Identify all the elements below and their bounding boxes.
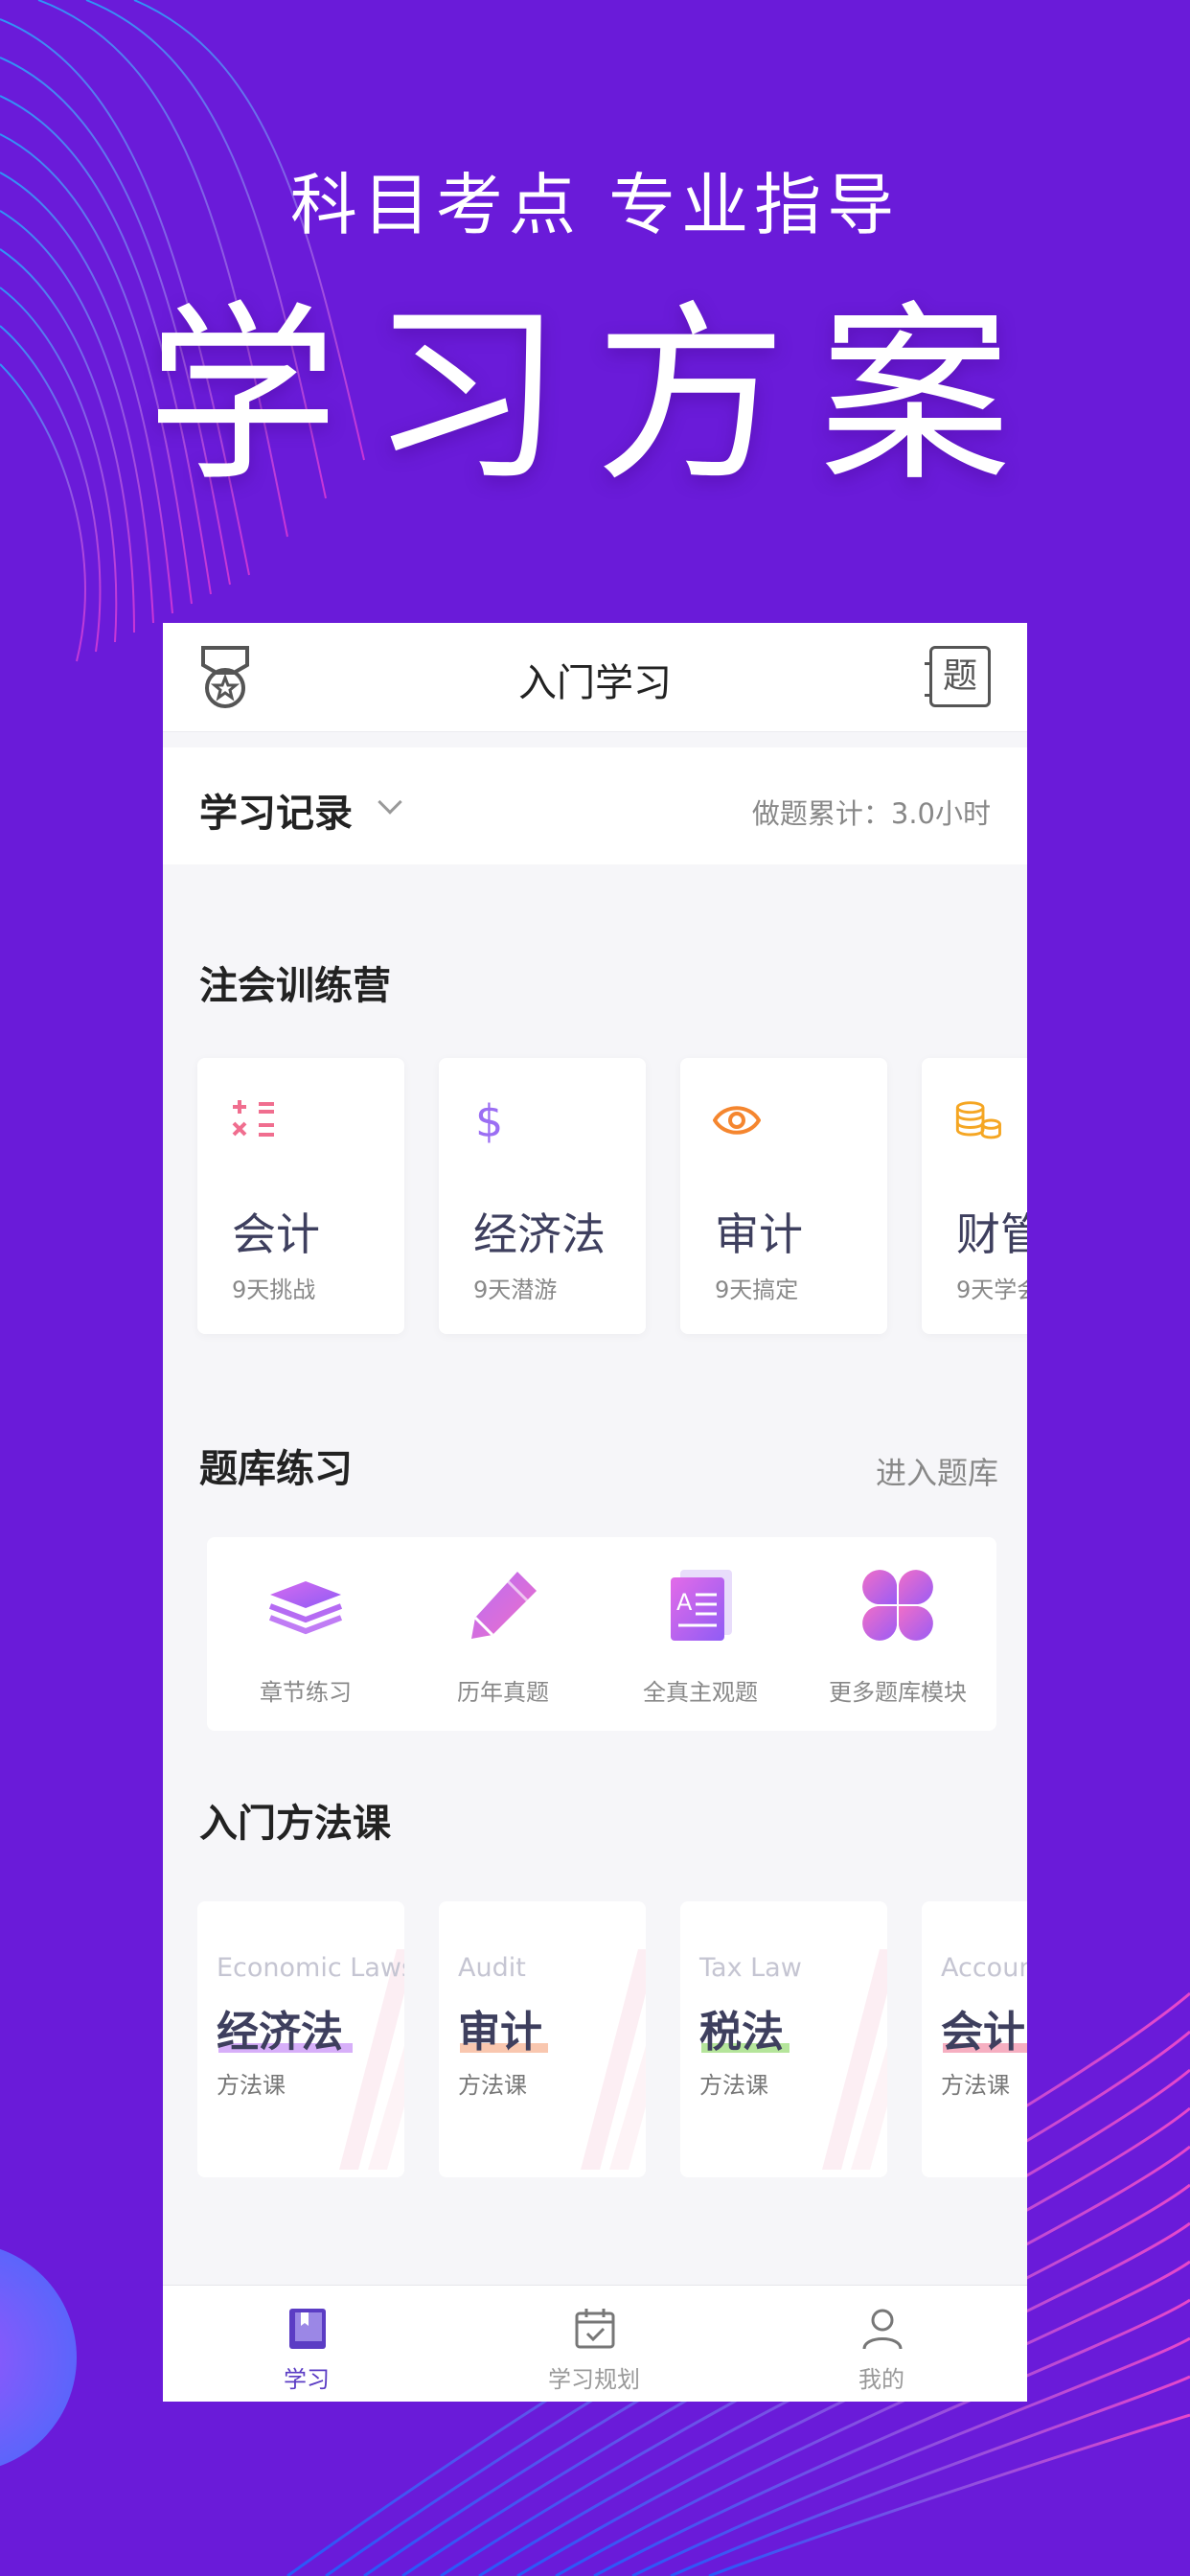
section-title-bank: 题库练习	[199, 1447, 353, 1491]
course-subtitle: 方法课	[699, 2072, 768, 2099]
course-card-tax-law[interactable]: Tax Law 税法 方法课	[680, 1901, 887, 2177]
question-bank-icon[interactable]: 题	[925, 646, 991, 707]
camp-card-economic-law[interactable]: $ 经济法 9天潜游	[439, 1058, 646, 1334]
decorative-stripe	[581, 1949, 646, 2170]
camp-card-name: 审计	[715, 1208, 803, 1260]
bank-item-more[interactable]: 更多题库模块	[799, 1566, 996, 1719]
grid-flower-icon	[862, 1570, 933, 1641]
bank-item-chapter[interactable]: 章节练习	[207, 1566, 404, 1719]
svg-text:$: $	[475, 1096, 503, 1144]
camp-card-desc: 9天挑战	[232, 1276, 316, 1303]
study-record-bar[interactable]: 学习记录 做题累计：3.0小时	[163, 748, 1027, 864]
svg-text:A: A	[676, 1589, 693, 1616]
document-icon: A	[671, 1570, 732, 1641]
bank-item-label: 全真主观题	[643, 1679, 758, 1706]
camp-card-finance[interactable]: 财管 9天学会	[922, 1058, 1027, 1334]
page-title: 入门学习	[518, 661, 672, 705]
course-card-economic-law[interactable]: Economic Laws 经济法 方法课	[197, 1901, 404, 2177]
tab-label: 学习规划	[548, 2366, 640, 2393]
bank-item-label: 更多题库模块	[829, 1679, 967, 1706]
bank-item-label: 章节练习	[260, 1679, 352, 1706]
enter-bank-link[interactable]: 进入题库	[876, 1449, 998, 1493]
camp-card-name: 财管	[956, 1208, 1027, 1260]
phone-screen: 入门学习 题 学习记录 做题累计：3.0小时 注会训练营 会计 9天挑战 $ 经…	[163, 623, 1027, 2402]
layers-icon	[268, 1581, 343, 1635]
question-bank-panel: 章节练习 历年真题 A 全真主观题 更多题库模块	[207, 1537, 996, 1731]
section-title-courses: 入门方法课	[199, 1802, 391, 1846]
course-zh-title: 经济法	[217, 2008, 343, 2057]
book-icon	[289, 2309, 326, 2349]
tab-profile[interactable]: 我的	[738, 2286, 1025, 2402]
course-zh-title: 审计	[458, 2008, 542, 2057]
course-zh-title: 会计	[941, 2008, 1025, 2057]
bank-item-subjective[interactable]: A 全真主观题	[602, 1566, 799, 1719]
bottom-tab-bar: 学习 学习规划 我的	[163, 2285, 1027, 2402]
coins-icon	[955, 1101, 1001, 1139]
tab-label: 我的	[858, 2366, 904, 2393]
camp-card-accounting[interactable]: 会计 9天挑战	[197, 1058, 404, 1334]
camp-card-desc: 9天搞定	[715, 1276, 799, 1303]
camp-card-name: 经济法	[473, 1208, 606, 1260]
tab-study-plan[interactable]: 学习规划	[450, 2286, 738, 2402]
course-card-accounting[interactable]: Accounting 会计 方法课	[922, 1901, 1027, 2177]
section-title-camp: 注会训练营	[199, 964, 391, 1008]
course-en-title: Audit	[458, 1953, 526, 1983]
eye-icon	[713, 1106, 761, 1135]
course-subtitle: 方法课	[217, 2072, 286, 2099]
practice-time-stat: 做题累计：3.0小时	[751, 797, 991, 830]
course-subtitle: 方法课	[458, 2072, 527, 2099]
top-navbar: 入门学习 题	[163, 623, 1027, 732]
tab-label: 学习	[284, 2366, 330, 2393]
course-en-title: Accounting	[941, 1953, 1027, 1983]
calendar-icon	[575, 2309, 615, 2349]
course-subtitle: 方法课	[941, 2072, 1010, 2099]
tab-study[interactable]: 学习	[163, 2286, 450, 2402]
hero-title: 学习方案	[146, 285, 1043, 508]
camp-card-desc: 9天学会	[956, 1276, 1027, 1303]
course-en-title: Tax Law	[699, 1953, 802, 1983]
bank-item-past-exams[interactable]: 历年真题	[404, 1566, 602, 1719]
dollar-icon: $	[475, 1096, 503, 1144]
pencil-icon	[471, 1572, 537, 1639]
chevron-down-icon[interactable]	[378, 790, 402, 815]
decorative-stripe	[822, 1949, 887, 2170]
course-zh-title: 税法	[699, 2008, 784, 2057]
camp-card-audit[interactable]: 审计 9天搞定	[680, 1058, 887, 1334]
course-card-audit[interactable]: Audit 审计 方法课	[439, 1901, 646, 2177]
course-en-title: Economic Laws	[217, 1953, 404, 1983]
bank-item-label: 历年真题	[457, 1679, 549, 1706]
math-ops-icon	[232, 1100, 274, 1137]
user-icon	[862, 2309, 903, 2350]
camp-card-desc: 9天潜游	[473, 1276, 558, 1303]
camp-card-name: 会计	[232, 1208, 320, 1260]
study-record-label: 学习记录	[199, 792, 353, 836]
hero-subtitle: 科目考点 专业指导	[289, 166, 901, 244]
